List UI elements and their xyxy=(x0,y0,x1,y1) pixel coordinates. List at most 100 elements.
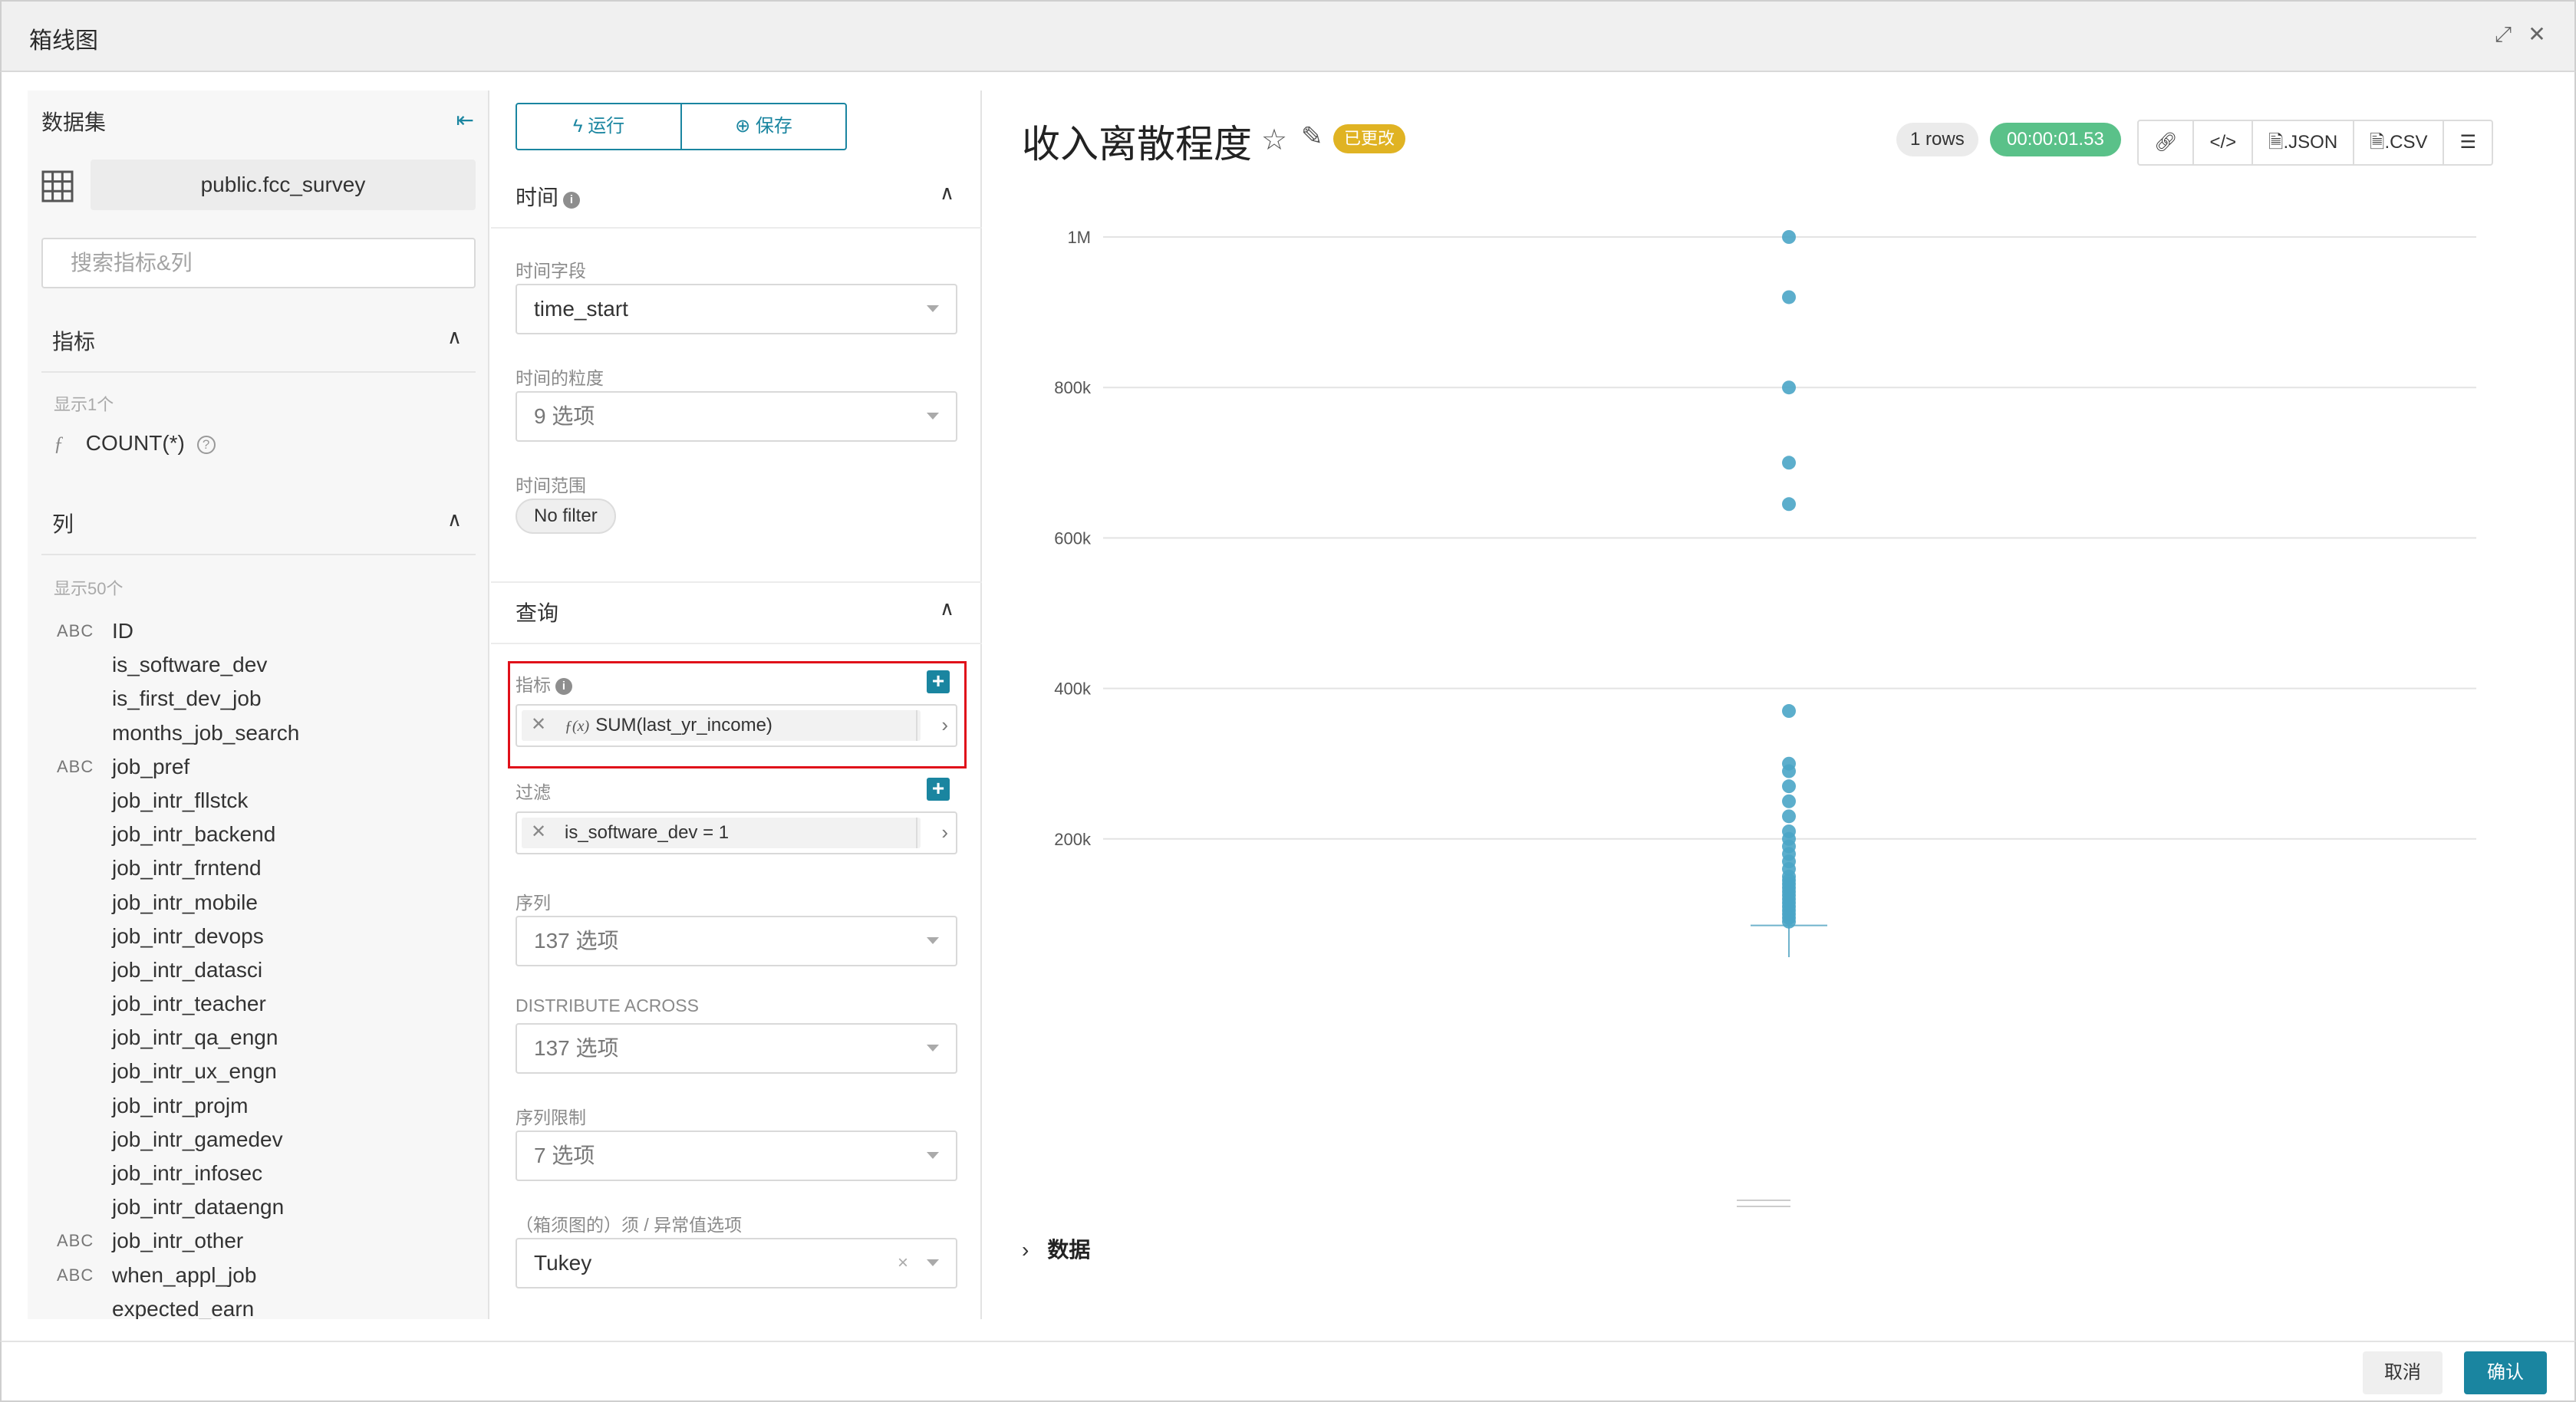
confirm-button[interactable]: 确认 xyxy=(2464,1351,2547,1394)
column-item[interactable]: job_intr_backend xyxy=(28,818,488,852)
column-type-badge: ABC xyxy=(57,1231,94,1251)
column-type-badge: ABC xyxy=(57,756,94,776)
column-item[interactable]: job_intr_datasci xyxy=(28,954,488,988)
divider xyxy=(41,371,476,373)
help-icon[interactable]: ? xyxy=(196,436,216,454)
distribute-across-select[interactable]: 137 选项 xyxy=(516,1023,957,1074)
column-item[interactable]: job_intr_ux_engn xyxy=(28,1055,488,1089)
column-item[interactable]: ABC when_appl_job xyxy=(28,1259,488,1293)
chevron-up-icon[interactable]: ∧ xyxy=(940,181,954,205)
column-item[interactable]: job_intr_gamedev xyxy=(28,1124,488,1157)
column-item[interactable]: job_intr_devops xyxy=(28,920,488,954)
maximize-icon[interactable]: ⤢ xyxy=(2490,21,2516,48)
dataset-name[interactable]: public.fcc_survey xyxy=(91,160,476,210)
column-item[interactable]: job_intr_projm xyxy=(28,1090,488,1124)
metric-item-count[interactable]: ƒ COUNT(*) ? xyxy=(54,431,216,456)
column-item[interactable]: job_intr_frntend xyxy=(28,852,488,886)
divider xyxy=(491,227,982,229)
divider xyxy=(491,581,982,583)
column-item[interactable]: job_intr_qa_engn xyxy=(28,1022,488,1055)
remove-icon[interactable]: ✕ xyxy=(531,821,546,843)
chevron-up-icon: ∧ xyxy=(446,325,462,348)
remove-icon[interactable]: ✕ xyxy=(531,713,546,736)
export-json-button[interactable]: 🗎︎.JSON xyxy=(2253,121,2355,164)
collapse-panel-icon[interactable]: ⇤ xyxy=(456,107,474,133)
export-csv-button[interactable]: 🗎︎.CSV xyxy=(2354,121,2445,164)
metric-tag-label: ƒ(x) SUM(last_yr_income) xyxy=(565,715,772,736)
divider xyxy=(41,554,476,555)
add-filter-button[interactable]: + xyxy=(927,778,950,801)
box-plot-chart: 0200k400k600k800k1M xyxy=(1054,228,2476,957)
bolt-icon: ϟ xyxy=(572,116,588,137)
run-button[interactable]: ϟ 运行 xyxy=(517,104,682,149)
menu-button[interactable]: ☰ xyxy=(2444,121,2492,164)
series-select[interactable]: 137 选项 xyxy=(516,916,957,966)
column-item[interactable]: job_intr_dataengn xyxy=(28,1191,488,1225)
data-section-toggle[interactable]: › 数据 xyxy=(1022,1233,1090,1264)
filter-tag-label: is_software_dev = 1 xyxy=(565,822,730,843)
outlier-point xyxy=(1782,290,1796,304)
outlier-point xyxy=(1782,779,1796,794)
chevron-up-icon[interactable]: ∧ xyxy=(940,597,954,620)
whisker-options-select[interactable]: Tukey × xyxy=(516,1238,957,1288)
column-item[interactable]: is_software_dev xyxy=(28,649,488,683)
metric-tag[interactable]: ✕ ƒ(x) SUM(last_yr_income) › xyxy=(516,704,957,747)
metrics-section-header[interactable]: 指标 ∧ xyxy=(41,321,476,359)
search-metrics-columns-input[interactable] xyxy=(41,238,476,288)
clear-icon[interactable]: × xyxy=(898,1239,908,1287)
column-item[interactable]: job_intr_teacher xyxy=(28,988,488,1022)
caret-down-icon xyxy=(927,1045,939,1052)
whisker-options-label: （箱须图的）须 / 异常值选项 xyxy=(516,1215,743,1235)
chevron-right-icon[interactable]: › xyxy=(941,713,948,737)
column-name: months_job_search xyxy=(112,720,300,745)
column-list: ABC ID is_software_dev is_first_dev_job m… xyxy=(28,615,488,1319)
column-item[interactable]: expected_earn xyxy=(28,1293,488,1319)
time-range-pill[interactable]: No filter xyxy=(516,499,616,534)
query-section-header[interactable]: 查询 xyxy=(516,597,558,627)
column-item[interactable]: months_job_search xyxy=(28,717,488,751)
series-label: 序列 xyxy=(516,893,551,913)
time-grain-label: 时间的粒度 xyxy=(516,368,604,388)
link-button[interactable]: 🔗︎ xyxy=(2139,121,2195,164)
column-item[interactable]: ABC job_pref xyxy=(28,751,488,785)
column-name: job_intr_ux_engn xyxy=(112,1059,277,1084)
save-button[interactable]: ⊕ 保存 xyxy=(682,104,845,149)
column-name: job_intr_datasci xyxy=(112,957,263,982)
close-icon[interactable]: ✕ xyxy=(2524,21,2550,48)
function-icon: ƒ xyxy=(54,433,64,455)
chevron-right-icon: › xyxy=(1022,1238,1029,1262)
add-metric-button[interactable]: + xyxy=(927,670,950,693)
column-name: when_appl_job xyxy=(112,1262,257,1287)
column-name: job_intr_infosec xyxy=(112,1161,263,1185)
filter-tag[interactable]: ✕ is_software_dev = 1 › xyxy=(516,811,957,854)
chevron-up-icon: ∧ xyxy=(446,508,462,531)
y-tick-label: 400k xyxy=(1054,680,1092,699)
outlier-point xyxy=(1782,764,1796,778)
star-icon[interactable]: ☆ xyxy=(1261,123,1287,157)
column-item[interactable]: ABC job_intr_other xyxy=(28,1225,488,1259)
column-item[interactable]: job_intr_infosec xyxy=(28,1157,488,1191)
outlier-point xyxy=(1782,230,1796,244)
column-item[interactable]: job_intr_mobile xyxy=(28,887,488,920)
resize-handle[interactable] xyxy=(1737,1200,1790,1207)
filter-tag-body: ✕ is_software_dev = 1 xyxy=(522,818,921,848)
chart-title[interactable]: 收入离散程度 xyxy=(1022,114,1252,169)
file-icon: 🗎︎ xyxy=(2268,132,2284,153)
series-limit-select[interactable]: 7 选项 xyxy=(516,1130,957,1181)
column-item[interactable]: job_intr_fllstck xyxy=(28,785,488,818)
cancel-button[interactable]: 取消 xyxy=(2363,1351,2443,1394)
series-limit-label: 序列限制 xyxy=(516,1107,586,1127)
time-grain-select[interactable]: 9 选项 xyxy=(516,391,957,442)
outlier-point xyxy=(1782,456,1796,470)
columns-section-header[interactable]: 列 ∧ xyxy=(41,503,476,541)
edit-icon[interactable]: ✎ xyxy=(1301,121,1323,152)
column-item[interactable]: is_first_dev_job xyxy=(28,683,488,716)
filters-label: 过滤 xyxy=(516,782,551,802)
metrics-section-label: 指标 xyxy=(52,330,96,354)
time-column-select[interactable]: time_start xyxy=(516,284,957,334)
embed-code-button[interactable]: </> xyxy=(2194,121,2254,164)
metrics-label: 指标 i xyxy=(516,670,572,696)
time-section-header[interactable]: 时间 i xyxy=(516,181,581,212)
chevron-right-icon[interactable]: › xyxy=(941,821,948,844)
column-item[interactable]: ABC ID xyxy=(28,615,488,649)
